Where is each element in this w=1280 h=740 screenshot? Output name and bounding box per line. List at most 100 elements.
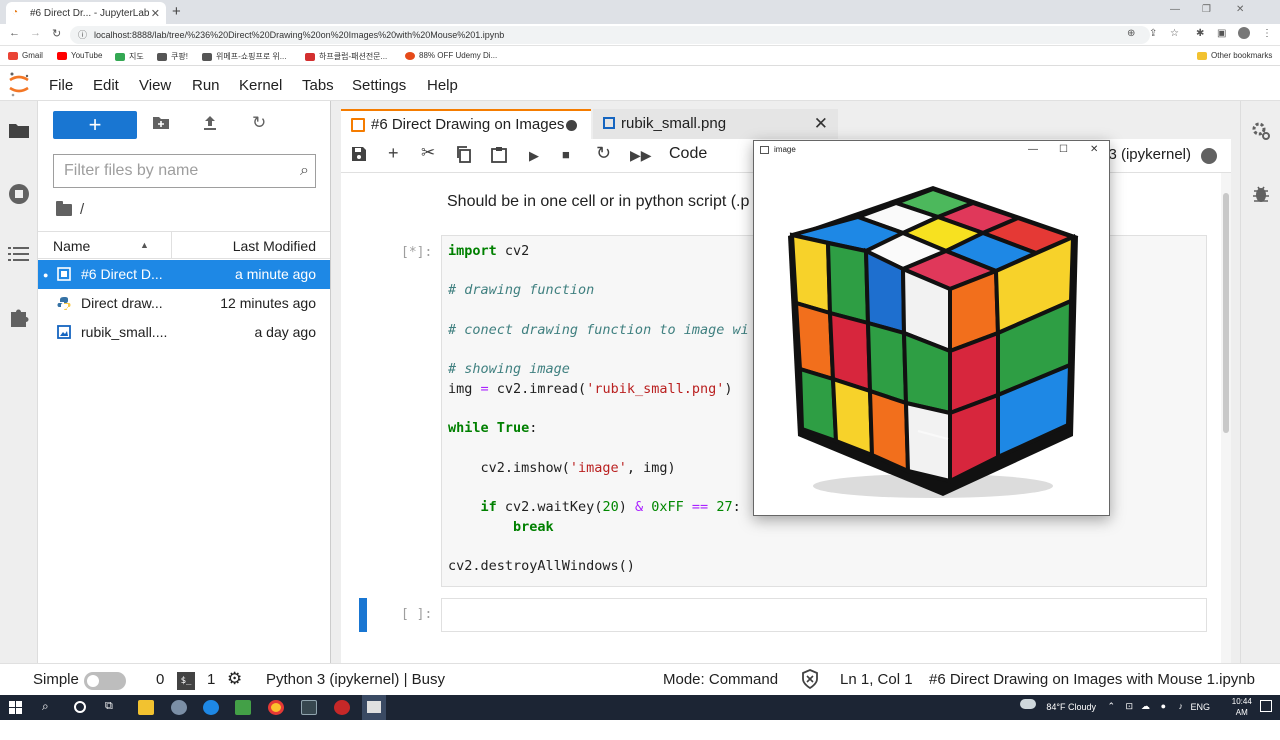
bookmark-map[interactable]: 지도 xyxy=(115,51,144,62)
simple-mode-toggle[interactable] xyxy=(84,672,126,690)
sidepanel-icon[interactable]: ▣ xyxy=(1217,28,1226,39)
window-close-icon[interactable]: ✕ xyxy=(1090,141,1098,159)
terminal-app-icon[interactable] xyxy=(301,700,317,715)
profile-avatar[interactable] xyxy=(1238,27,1250,39)
url-input[interactable]: ⓘ localhost:8888/lab/tree/%236%20Direct%… xyxy=(70,26,1150,44)
bookmark-udemy[interactable]: 88% OFF Udemy Di... xyxy=(405,51,497,60)
copy-icon[interactable] xyxy=(456,146,472,167)
bookmark-youtube[interactable]: YouTube xyxy=(57,51,102,60)
browser-tab[interactable]: ◔ #6 Direct Dr... - JupyterLab ✕ xyxy=(6,2,166,24)
cell-type-select[interactable]: Code xyxy=(669,145,707,163)
column-name[interactable]: Name xyxy=(53,238,90,254)
table-of-contents-icon[interactable] xyxy=(8,245,30,267)
save-icon[interactable] xyxy=(351,146,367,166)
site-info-icon[interactable]: ⓘ xyxy=(78,26,87,44)
bookmark-gmail[interactable]: Gmail xyxy=(8,51,43,60)
folder-icon[interactable] xyxy=(8,121,30,143)
menu-edit[interactable]: Edit xyxy=(93,77,119,94)
opencv-image-window[interactable]: image — ☐ ✕ xyxy=(753,140,1110,516)
paste-icon[interactable] xyxy=(491,146,507,167)
window-minimize-icon[interactable]: — xyxy=(1028,141,1038,159)
cut-icon[interactable]: ✂ xyxy=(421,143,435,163)
new-folder-icon[interactable] xyxy=(152,115,170,135)
extensions-icon[interactable]: ✱ xyxy=(1196,28,1204,39)
kernel-name[interactable]: 3 (ipykernel) xyxy=(1108,146,1191,163)
unsaved-dot-icon[interactable] xyxy=(566,120,577,131)
breadcrumb[interactable]: / xyxy=(56,200,84,218)
bookmark-wemakeprice[interactable]: 위메프-쇼핑프로 위... xyxy=(202,51,286,62)
close-icon[interactable]: ✕ xyxy=(814,109,828,139)
new-tab-icon[interactable]: + xyxy=(172,3,181,20)
tray-overflow-icon[interactable]: ⌃ xyxy=(1107,701,1115,712)
menu-kernel[interactable]: Kernel xyxy=(239,77,282,94)
onedrive-icon[interactable]: ☁ xyxy=(1141,701,1150,712)
trusted-shield-icon[interactable] xyxy=(801,669,819,693)
stop-icon[interactable]: ■ xyxy=(562,147,570,162)
cortana-icon[interactable] xyxy=(74,701,86,713)
bookmark-star-icon[interactable]: ☆ xyxy=(1170,28,1179,39)
kernel-gear-icon[interactable]: ⚙ xyxy=(227,669,242,689)
fast-forward-icon[interactable]: ▶▶ xyxy=(630,147,652,164)
kernel-status[interactable]: Python 3 (ipykernel) | Busy xyxy=(266,671,445,688)
notebook-scrollbar[interactable] xyxy=(1221,173,1231,663)
forward-icon[interactable]: → xyxy=(30,27,41,39)
notepad-icon[interactable] xyxy=(235,700,251,715)
edge-icon[interactable] xyxy=(203,700,219,715)
extension-manager-icon[interactable] xyxy=(8,306,30,328)
mic-icon[interactable]: ● xyxy=(1161,701,1166,711)
scrollbar-thumb[interactable] xyxy=(1223,193,1229,433)
filter-files-input[interactable]: Filter files by name ⌕ xyxy=(53,154,316,188)
share-icon[interactable]: ⇪ xyxy=(1149,28,1157,39)
python-window-icon[interactable] xyxy=(362,695,386,720)
restart-kernel-icon[interactable]: ↻ xyxy=(596,143,611,164)
reload-icon[interactable]: ↻ xyxy=(52,27,61,40)
bookmark-halfclub[interactable]: 하프클럽-패션전문... xyxy=(305,51,387,62)
app-icon[interactable] xyxy=(171,700,187,715)
clock[interactable]: 10:44 AM 2022-08-02 xyxy=(1232,696,1252,740)
chrome-icon[interactable] xyxy=(268,700,284,715)
recorder-icon[interactable] xyxy=(334,700,350,715)
window-minimize-icon[interactable]: — xyxy=(1170,4,1180,15)
notifications-icon[interactable] xyxy=(1260,700,1272,712)
search-icon[interactable]: ⌕ xyxy=(42,699,58,714)
back-icon[interactable]: ← xyxy=(9,27,20,39)
upload-icon[interactable] xyxy=(203,115,217,136)
file-row-notebook[interactable]: ● #6 Direct D... a minute ago xyxy=(38,260,330,289)
menu-tabs[interactable]: Tabs xyxy=(302,77,334,94)
opencv-window-titlebar[interactable]: image — ☐ ✕ xyxy=(754,141,1109,159)
running-sessions-icon[interactable] xyxy=(8,183,30,205)
refresh-icon[interactable]: ↻ xyxy=(252,113,266,133)
menu-file[interactable]: File xyxy=(49,77,73,94)
zoom-icon[interactable]: ⊕ xyxy=(1127,28,1135,39)
browser-menu-icon[interactable]: ⋮ xyxy=(1262,28,1272,39)
menu-settings[interactable]: Settings xyxy=(352,77,406,94)
terminals-count[interactable]: 0 xyxy=(156,671,164,688)
window-close-icon[interactable]: ✕ xyxy=(1236,4,1244,15)
menu-view[interactable]: View xyxy=(139,77,171,94)
new-launcher-button[interactable]: + xyxy=(53,111,137,139)
windows-start-icon[interactable] xyxy=(9,701,22,714)
file-explorer-icon[interactable] xyxy=(138,700,154,715)
menu-help[interactable]: Help xyxy=(427,77,458,94)
tab-image[interactable]: rubik_small.png ✕ xyxy=(593,109,838,139)
run-icon[interactable]: ▶ xyxy=(529,148,539,164)
weather-text[interactable]: 84°F Cloudy xyxy=(1046,702,1096,712)
add-cell-icon[interactable]: + xyxy=(388,143,399,164)
speaker-icon[interactable]: ♪ xyxy=(1179,701,1184,711)
bookmark-other[interactable]: Other bookmarks xyxy=(1197,51,1272,60)
cursor-position[interactable]: Ln 1, Col 1 xyxy=(840,671,913,688)
property-inspector-gear-icon[interactable] xyxy=(1251,121,1271,141)
window-maximize-icon[interactable]: ☐ xyxy=(1059,141,1068,159)
kernels-count[interactable]: 1 xyxy=(207,671,215,688)
language-indicator[interactable]: ENG xyxy=(1190,702,1210,712)
file-row-image[interactable]: rubik_small.... a day ago xyxy=(38,318,330,347)
debugger-bug-icon[interactable] xyxy=(1251,184,1271,204)
menu-run[interactable]: Run xyxy=(192,77,220,94)
window-restore-icon[interactable]: ❐ xyxy=(1202,4,1211,15)
close-tab-icon[interactable]: ✕ xyxy=(151,7,160,20)
tab-notebook[interactable]: #6 Direct Drawing on Images xyxy=(341,109,591,139)
network-icon[interactable]: ⊡ xyxy=(1125,701,1133,712)
bookmark-coupang[interactable]: 쿠팡! xyxy=(157,51,188,62)
column-last-modified[interactable]: Last Modified xyxy=(233,238,316,254)
empty-code-cell[interactable] xyxy=(441,598,1207,632)
